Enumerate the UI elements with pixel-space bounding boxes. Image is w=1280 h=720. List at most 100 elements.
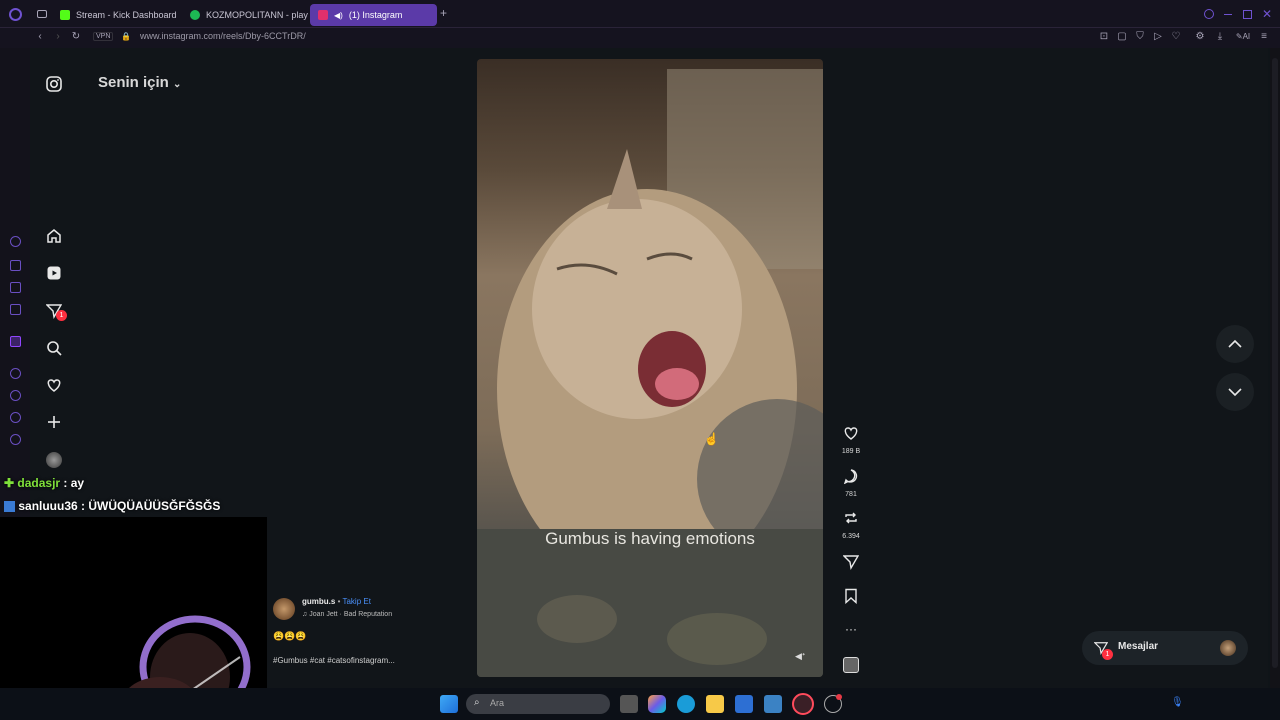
share-action[interactable] bbox=[838, 554, 864, 575]
music-label: Joan Jett · Bad Reputation bbox=[309, 611, 393, 618]
feed-selector-label: Senin için bbox=[98, 74, 169, 91]
like-count: 189 B bbox=[841, 448, 861, 455]
cat-image bbox=[477, 69, 823, 677]
tab-overview-icon[interactable] bbox=[37, 10, 47, 18]
menu-icon[interactable]: ≡ bbox=[1258, 31, 1270, 43]
mail-icon[interactable] bbox=[764, 695, 782, 713]
ai-icon[interactable]: ✎AI bbox=[1234, 31, 1252, 43]
back-icon[interactable]: ‹ bbox=[34, 31, 46, 43]
avatar bbox=[1220, 640, 1236, 656]
browser-sidebar bbox=[0, 48, 30, 528]
comment-action[interactable]: 781 bbox=[838, 468, 864, 498]
next-reel-button[interactable] bbox=[1216, 373, 1254, 411]
music-row[interactable]: ♫ Joan Jett · Bad Reputation bbox=[302, 611, 392, 618]
sidebar-app-icon[interactable] bbox=[10, 412, 21, 423]
sidebar-app-icon[interactable] bbox=[10, 282, 21, 293]
messages-badge: 1 bbox=[56, 310, 67, 321]
tab-spotify[interactable]: KOZMOPOLITANN - playlis bbox=[182, 4, 308, 26]
copilot-icon[interactable] bbox=[648, 695, 666, 713]
minimize-button[interactable] bbox=[1224, 14, 1232, 15]
heart-icon[interactable] bbox=[46, 377, 62, 393]
ai-label: AI bbox=[1242, 32, 1251, 41]
instagram-icon bbox=[318, 10, 328, 20]
download-icon[interactable]: ⤓ bbox=[1214, 31, 1226, 43]
author-avatar[interactable] bbox=[273, 598, 295, 620]
repost-action[interactable]: 6.394 bbox=[838, 510, 864, 540]
lock-icon[interactable]: 🔒 bbox=[120, 31, 132, 43]
chat-badge-icon bbox=[4, 501, 15, 513]
address-bar: ‹ › ↻ VPN 🔒 www.instagram.com/reels/Dby-… bbox=[0, 28, 1280, 48]
mute-icon[interactable]: ◀ᐩ bbox=[795, 651, 805, 662]
shield-icon[interactable]: ⛉ bbox=[1134, 31, 1146, 43]
search-tabs-icon[interactable] bbox=[1204, 9, 1214, 19]
forward-icon[interactable]: › bbox=[52, 31, 64, 43]
sidebar-app-icon[interactable] bbox=[10, 368, 21, 379]
audio-thumbnail[interactable] bbox=[843, 657, 859, 673]
edge-icon[interactable] bbox=[677, 695, 695, 713]
bookmark-icon bbox=[845, 588, 857, 605]
settings-icon[interactable] bbox=[10, 434, 21, 445]
sidebar-app-icon[interactable] bbox=[10, 260, 21, 271]
new-tab-button[interactable]: + bbox=[440, 7, 452, 19]
heart-outline-icon[interactable]: ♡ bbox=[1170, 31, 1182, 43]
comment-count: 781 bbox=[845, 491, 857, 498]
pin-icon[interactable]: ⊡ bbox=[1098, 31, 1110, 43]
author-username[interactable]: gumbu.s bbox=[302, 597, 335, 606]
tab-instagram[interactable]: ◀) (1) Instagram bbox=[310, 4, 437, 26]
windows-start-icon[interactable] bbox=[440, 695, 458, 713]
play-icon[interactable]: ▷ bbox=[1152, 31, 1164, 43]
notification-dot bbox=[836, 694, 842, 700]
speaker-icon[interactable]: ◀) bbox=[334, 11, 343, 20]
chat-username: dadasjr bbox=[17, 476, 61, 490]
like-action[interactable]: 189 B bbox=[838, 425, 864, 455]
reel-emojis: 😩😩😩 bbox=[273, 631, 307, 641]
twitch-icon[interactable] bbox=[10, 336, 21, 347]
store-icon[interactable] bbox=[735, 695, 753, 713]
tab-label: KOZMOPOLITANN - playlis bbox=[206, 10, 308, 20]
vpn-badge[interactable]: VPN bbox=[93, 32, 114, 41]
video-caption: Gumbus is having emotions bbox=[545, 529, 755, 548]
screenshot-icon[interactable]: ▢ bbox=[1116, 31, 1128, 43]
reload-icon[interactable]: ↻ bbox=[70, 31, 82, 43]
opera-logo-icon[interactable] bbox=[9, 8, 22, 21]
taskbar-search[interactable]: ⌕ Ara bbox=[466, 694, 610, 714]
music-note-icon: ♫ bbox=[302, 611, 308, 618]
follow-button[interactable]: Takip Et bbox=[342, 597, 370, 606]
home-icon[interactable] bbox=[46, 228, 62, 244]
task-view-icon[interactable] bbox=[620, 695, 638, 713]
sidebar-app-icon[interactable] bbox=[10, 236, 21, 247]
spotify-icon bbox=[190, 10, 200, 20]
more-action[interactable]: ··· bbox=[838, 622, 864, 636]
search-icon[interactable] bbox=[46, 340, 62, 356]
sidebar-app-icon[interactable] bbox=[10, 304, 21, 315]
maximize-button[interactable] bbox=[1243, 10, 1252, 19]
microphone-icon[interactable]: 🎙 bbox=[1171, 697, 1184, 708]
reels-icon[interactable] bbox=[46, 265, 62, 281]
history-icon[interactable] bbox=[10, 390, 21, 401]
comment-icon bbox=[843, 469, 858, 485]
reel-hashtags[interactable]: #Gumbus #cat #catsofinstagram... bbox=[273, 656, 395, 665]
file-explorer-icon[interactable] bbox=[706, 695, 724, 713]
instagram-logo-icon[interactable] bbox=[46, 76, 62, 92]
save-action[interactable] bbox=[838, 588, 864, 609]
scrollbar[interactable] bbox=[1270, 48, 1280, 688]
extensions-icon[interactable]: ⚙ bbox=[1194, 31, 1206, 43]
opera-taskbar-icon[interactable] bbox=[792, 693, 814, 715]
taskbar-search-placeholder: Ara bbox=[490, 698, 505, 708]
profile-avatar[interactable] bbox=[46, 452, 62, 468]
send-icon bbox=[842, 555, 860, 571]
close-button[interactable]: ✕ bbox=[1262, 7, 1272, 21]
messages-button[interactable]: 1 Mesajlar bbox=[1082, 631, 1248, 665]
previous-reel-button[interactable] bbox=[1216, 325, 1254, 363]
feed-selector[interactable]: Senin için ⌄ bbox=[98, 74, 181, 91]
mouse-cursor-icon: ☝ bbox=[704, 432, 719, 446]
reel-video[interactable]: Gumbus is having emotions ◀ᐩ bbox=[477, 59, 823, 677]
tab-kick[interactable]: Stream - Kick Dashboard bbox=[52, 4, 180, 26]
url-field[interactable]: www.instagram.com/reels/Dby-6CCTrDR/ bbox=[140, 31, 306, 41]
scrollbar-thumb[interactable] bbox=[1272, 58, 1278, 668]
search-icon: ⌕ bbox=[474, 697, 480, 708]
chat-message: sanluuu36 : ÜWÜQÜAÜÜSĞFĞSĞS bbox=[4, 499, 220, 513]
heart-icon bbox=[844, 427, 858, 440]
repost-count: 6.394 bbox=[842, 533, 860, 540]
create-icon[interactable] bbox=[46, 414, 62, 430]
